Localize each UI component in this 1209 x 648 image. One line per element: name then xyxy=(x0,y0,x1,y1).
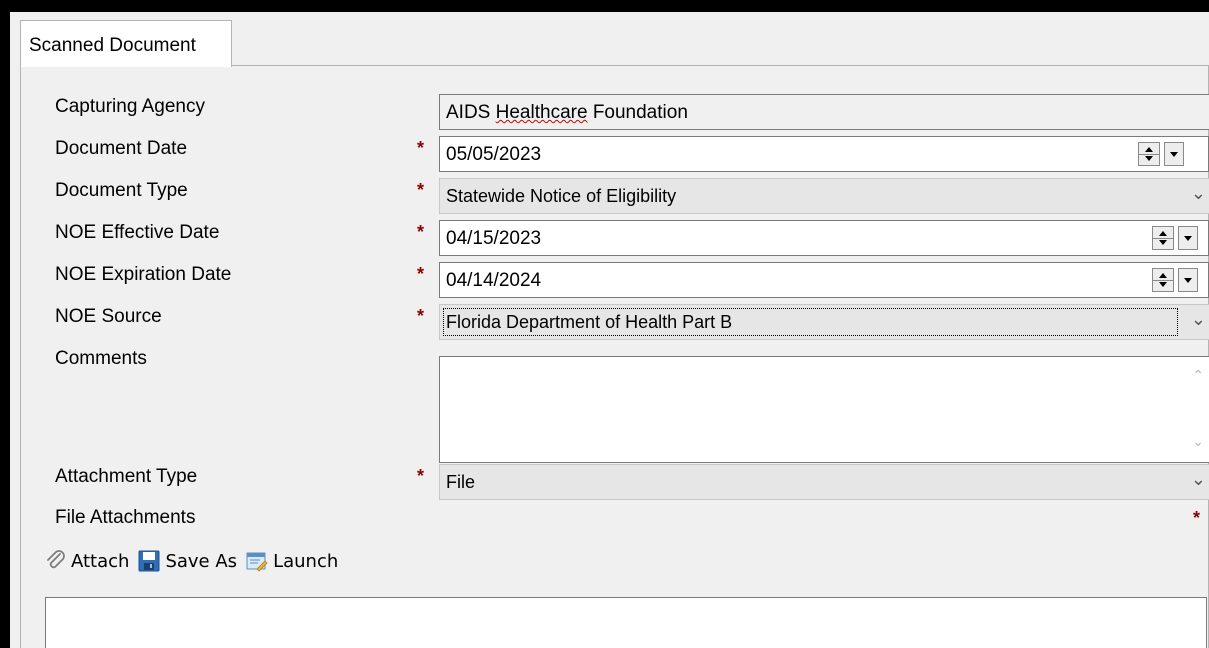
tab-label: Scanned Document xyxy=(29,35,196,56)
document-date-spin-button[interactable] xyxy=(1138,142,1160,166)
save-as-label: Save As xyxy=(165,550,238,572)
noe-effective-date-spin-button[interactable] xyxy=(1152,226,1174,250)
scroll-up-icon[interactable]: ⌃ xyxy=(1192,367,1204,384)
document-date-required-marker: * xyxy=(417,138,425,158)
attach-label: Attach xyxy=(71,550,130,572)
spin-down-icon xyxy=(1159,282,1167,287)
attachment-type-required-marker: * xyxy=(417,466,425,486)
noe-source-value: Florida Department of Health Part B xyxy=(446,312,733,332)
dropdown-arrow-icon xyxy=(1184,278,1192,283)
file-attachments-list[interactable] xyxy=(45,597,1207,648)
attach-button[interactable]: Attach xyxy=(45,550,129,572)
window-frame: Scanned Document Capturing Agency AIDS H… xyxy=(10,12,1209,648)
dropdown-arrow-icon xyxy=(1184,236,1192,241)
document-type-label: Document Type xyxy=(55,180,188,201)
launch-label: Launch xyxy=(273,550,339,572)
capturing-agency-field: AIDS Healthcare Foundation xyxy=(439,94,1209,130)
noe-effective-date-required-marker: * xyxy=(417,222,425,242)
noe-source-required-marker: * xyxy=(417,306,425,326)
attachment-type-select[interactable]: File ⌄ xyxy=(439,464,1209,500)
scanned-document-panel: Capturing Agency AIDS Healthcare Foundat… xyxy=(20,65,1209,648)
attachment-type-label: Attachment Type xyxy=(55,466,198,487)
chevron-down-icon: ⌄ xyxy=(1190,309,1206,329)
scroll-down-icon[interactable]: ⌄ xyxy=(1192,433,1204,450)
document-type-required-marker: * xyxy=(417,180,425,200)
file-attachments-label: File Attachments xyxy=(55,507,196,528)
noe-expiration-date-dropdown-button[interactable] xyxy=(1178,268,1198,292)
file-attachments-required-marker: * xyxy=(1193,508,1201,528)
document-date-dropdown-button[interactable] xyxy=(1164,142,1184,166)
spin-down-icon xyxy=(1145,156,1153,161)
spin-up-icon xyxy=(1159,273,1167,278)
noe-expiration-date-required-marker: * xyxy=(417,264,425,284)
noe-effective-date-dropdown-button[interactable] xyxy=(1178,226,1198,250)
tab-scanned-document[interactable]: Scanned Document xyxy=(20,20,232,67)
capturing-agency-label: Capturing Agency xyxy=(55,96,205,117)
noe-source-select[interactable]: Florida Department of Health Part B ⌄ xyxy=(439,304,1209,340)
document-date-label: Document Date xyxy=(55,138,188,159)
noe-source-label: NOE Source xyxy=(55,306,162,327)
paperclip-icon xyxy=(47,550,65,569)
launch-button[interactable]: Launch xyxy=(245,549,338,573)
spin-up-icon xyxy=(1159,231,1167,236)
chevron-down-icon: ⌄ xyxy=(1190,183,1206,203)
chevron-down-icon: ⌄ xyxy=(1190,469,1206,489)
noe-expiration-date-spin-button[interactable] xyxy=(1152,268,1174,292)
noe-effective-date-picker[interactable]: 04/15/2023 xyxy=(439,220,1209,256)
save-as-button[interactable]: Save As xyxy=(137,549,237,573)
attachment-type-value: File xyxy=(446,472,476,492)
comments-label: Comments xyxy=(55,348,147,369)
document-type-value: Statewide Notice of Eligibility xyxy=(446,186,677,206)
capturing-agency-value: AIDS Healthcare Foundation xyxy=(446,102,688,123)
noe-effective-date-value: 04/15/2023 xyxy=(446,228,542,249)
noe-effective-date-label: NOE Effective Date xyxy=(55,222,220,243)
attachments-toolbar: Attach Save As Launch xyxy=(45,541,346,581)
noe-expiration-date-value: 04/14/2024 xyxy=(446,270,542,291)
spin-up-icon xyxy=(1145,147,1153,152)
launch-document-icon xyxy=(246,552,268,572)
floppy-disk-icon xyxy=(138,550,160,572)
document-date-value: 05/05/2023 xyxy=(446,144,542,165)
dropdown-arrow-icon xyxy=(1170,152,1178,157)
document-type-select[interactable]: Statewide Notice of Eligibility ⌄ xyxy=(439,178,1209,214)
noe-expiration-date-picker[interactable]: 04/14/2024 xyxy=(439,262,1209,298)
spin-down-icon xyxy=(1159,240,1167,245)
noe-expiration-date-label: NOE Expiration Date xyxy=(55,264,232,285)
comments-textarea[interactable]: ⌃ ⌄ xyxy=(439,356,1209,463)
document-date-picker[interactable]: 05/05/2023 xyxy=(439,136,1209,172)
